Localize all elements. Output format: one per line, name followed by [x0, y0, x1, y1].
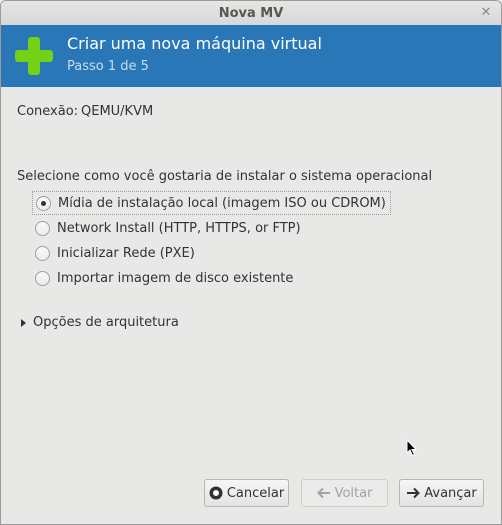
radio-button[interactable] — [35, 270, 50, 286]
close-button[interactable]: ✕ — [478, 5, 494, 21]
radio-import-disk[interactable]: Importar imagem de disco existente — [32, 267, 297, 289]
radio-button-selected[interactable] — [36, 195, 51, 211]
header-banner: Criar uma nova máquina virtual Passo 1 d… — [1, 25, 501, 87]
cancel-icon — [209, 486, 223, 500]
forward-button[interactable]: Avançar — [399, 479, 484, 507]
back-label: Voltar — [334, 485, 373, 501]
cancel-label: Cancelar — [226, 485, 285, 501]
cancel-button[interactable]: Cancelar — [204, 479, 289, 507]
arrow-left-icon — [316, 487, 331, 499]
step-indicator: Passo 1 de 5 — [67, 59, 149, 74]
install-method-question: Selecione como você gostaria de instalar… — [17, 169, 433, 184]
titlebar[interactable]: Nova MV ✕ — [1, 1, 501, 26]
radio-network-install[interactable]: Network Install (HTTP, HTTPS, or FTP) — [32, 217, 305, 239]
architecture-options-expander[interactable]: Opções de arquitetura — [21, 315, 179, 330]
back-button[interactable]: Voltar — [301, 479, 388, 507]
radio-button[interactable] — [35, 220, 50, 236]
radio-label: Mídia de instalação local (imagem ISO ou… — [58, 195, 386, 211]
radio-local-media[interactable]: Mídia de instalação local (imagem ISO ou… — [32, 191, 391, 215]
radio-label: Network Install (HTTP, HTTPS, or FTP) — [57, 220, 301, 236]
connection-label: Conexão: — [17, 104, 79, 119]
radio-button[interactable] — [35, 245, 50, 261]
new-vm-window: Nova MV ✕ Criar uma nova máquina virtual… — [0, 0, 502, 525]
forward-label: Avançar — [424, 485, 477, 501]
arrow-right-icon — [406, 487, 421, 499]
connection-value: QEMU/KVM — [81, 104, 154, 119]
radio-pxe-boot[interactable]: Inicializar Rede (PXE) — [32, 242, 199, 264]
expander-label: Opções de arquitetura — [33, 315, 179, 330]
expander-arrow-icon — [21, 318, 26, 327]
radio-label: Inicializar Rede (PXE) — [57, 245, 195, 261]
mouse-cursor-icon — [406, 439, 418, 457]
window-title: Nova MV — [218, 6, 284, 21]
plus-icon — [15, 37, 53, 75]
radio-label: Importar imagem de disco existente — [57, 270, 294, 286]
banner-title: Criar uma nova máquina virtual — [67, 34, 322, 53]
